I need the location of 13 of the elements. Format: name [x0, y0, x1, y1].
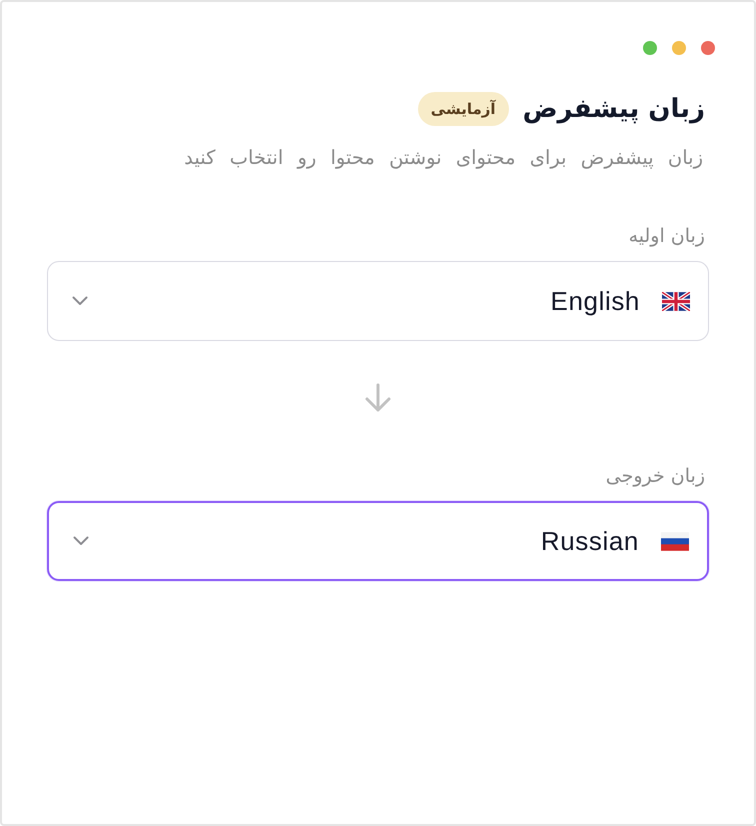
field-label: زبان اولیه	[628, 224, 705, 249]
language-select[interactable]: Russian	[47, 501, 709, 581]
chevron-down-icon	[72, 296, 88, 306]
chevron-down-icon	[73, 536, 89, 546]
dialog-title: زبان پیشفرض	[522, 93, 705, 126]
dialog-subtitle: زبان پیشفرض برای محتوای نوشتن محتوا رو انتخاب کنید	[183, 145, 703, 171]
maximize-icon[interactable]	[643, 41, 657, 55]
minimize-icon[interactable]	[672, 41, 686, 55]
beta-badge: آزمایشی	[418, 92, 509, 126]
arrow-down-icon	[363, 383, 393, 413]
close-icon[interactable]	[701, 41, 715, 55]
language-select[interactable]: English	[47, 261, 709, 341]
field-label: زبان خروجی	[604, 464, 705, 489]
